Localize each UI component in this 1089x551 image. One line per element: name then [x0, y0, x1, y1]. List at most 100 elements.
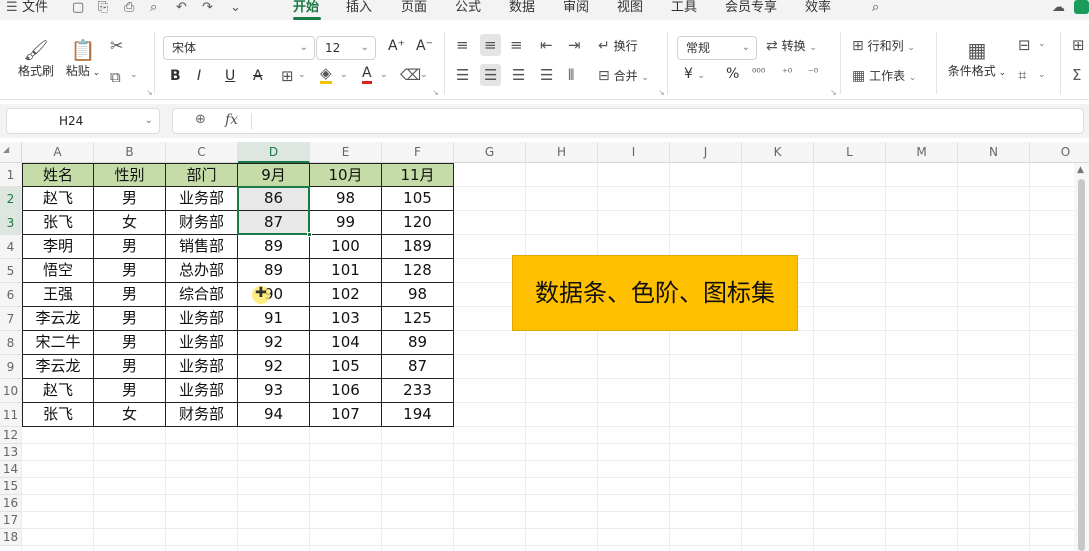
- fill-color-icon[interactable]: ◈: [320, 66, 332, 84]
- bold-icon[interactable]: B: [170, 68, 181, 84]
- column-header[interactable]: F: [382, 142, 454, 163]
- table-cell[interactable]: 业务部: [166, 331, 238, 355]
- font-name-select[interactable]: 宋体 ⌄: [163, 36, 315, 60]
- zoom-icon[interactable]: ⊕: [195, 112, 206, 127]
- tab-data[interactable]: 数据: [509, 0, 535, 16]
- column-header[interactable]: H: [526, 142, 598, 163]
- save-icon[interactable]: ▢: [72, 0, 84, 16]
- formula-input[interactable]: ⊕ fx: [172, 108, 1084, 134]
- scroll-up-icon[interactable]: ▲: [1077, 165, 1084, 175]
- tab-efficiency[interactable]: 效率: [805, 0, 831, 16]
- table-cell[interactable]: 233: [382, 379, 454, 403]
- table-cell[interactable]: 张飞: [22, 211, 94, 235]
- table-cell[interactable]: 189: [382, 235, 454, 259]
- conditional-format-button[interactable]: ▦ 条件格式 ⌄: [946, 38, 1008, 79]
- menu-icon[interactable]: ☰: [6, 0, 18, 16]
- header-cell[interactable]: 10月: [310, 163, 382, 187]
- align-left-icon[interactable]: ☰: [456, 66, 469, 84]
- row-header[interactable]: 5: [0, 259, 22, 283]
- table-cell[interactable]: 男: [94, 307, 166, 331]
- font-color-icon[interactable]: A: [362, 66, 372, 84]
- table-cell[interactable]: 92: [238, 355, 310, 379]
- table-cell[interactable]: 87: [382, 355, 454, 379]
- table-cell[interactable]: 销售部: [166, 235, 238, 259]
- eraser-chevron-icon[interactable]: ⌄: [420, 70, 428, 80]
- align-top-icon[interactable]: ≡: [456, 36, 469, 54]
- format-painter-button[interactable]: 🖌 格式刷: [14, 38, 58, 79]
- row-header[interactable]: 13: [0, 444, 22, 461]
- name-box[interactable]: H24 ⌄: [6, 108, 160, 134]
- table-cell[interactable]: 86: [238, 187, 310, 211]
- row-header[interactable]: 9: [0, 355, 22, 379]
- clipboard-launcher-icon[interactable]: ↘: [146, 88, 153, 97]
- column-header[interactable]: I: [598, 142, 670, 163]
- align-center-icon[interactable]: ☰: [480, 64, 502, 86]
- table-cell[interactable]: 综合部: [166, 283, 238, 307]
- tab-view[interactable]: 视图: [617, 0, 643, 16]
- table-cell[interactable]: 101: [310, 259, 382, 283]
- row-header[interactable]: 16: [0, 495, 22, 512]
- table-cell[interactable]: 102: [310, 283, 382, 307]
- export-icon[interactable]: ⎘: [98, 0, 108, 16]
- table-cell[interactable]: 男: [94, 259, 166, 283]
- table-cell[interactable]: 92: [238, 331, 310, 355]
- indent-decrease-icon[interactable]: ⇤: [540, 36, 553, 54]
- number-launcher-icon[interactable]: ↘: [830, 88, 837, 97]
- row-header[interactable]: 14: [0, 461, 22, 478]
- row-header[interactable]: 11: [0, 403, 22, 427]
- row-header[interactable]: 1: [0, 163, 22, 187]
- table-cell[interactable]: 125: [382, 307, 454, 331]
- tab-insert[interactable]: 插入: [346, 0, 372, 16]
- table-cell[interactable]: 李明: [22, 235, 94, 259]
- sum-icon[interactable]: Σ: [1072, 66, 1081, 84]
- table-cell[interactable]: 财务部: [166, 211, 238, 235]
- table-cell[interactable]: 91: [238, 307, 310, 331]
- table-cell[interactable]: 93: [238, 379, 310, 403]
- search-icon[interactable]: ⌕: [872, 0, 879, 16]
- select-all-corner[interactable]: ◢: [0, 142, 22, 163]
- table-cell[interactable]: 106: [310, 379, 382, 403]
- table-cell[interactable]: 87: [238, 211, 310, 235]
- copy-chevron-icon[interactable]: ⌄: [130, 70, 138, 80]
- header-cell[interactable]: 11月: [382, 163, 454, 187]
- table-cell[interactable]: 90: [238, 283, 310, 307]
- table-cell[interactable]: 89: [238, 235, 310, 259]
- row-header[interactable]: 3: [0, 211, 22, 235]
- table-cell[interactable]: 103: [310, 307, 382, 331]
- print-icon[interactable]: ⎙: [124, 0, 134, 16]
- fx-icon[interactable]: fx: [225, 112, 238, 128]
- italic-icon[interactable]: I: [197, 68, 201, 84]
- indent-increase-icon[interactable]: ⇥: [568, 36, 581, 54]
- row-header[interactable]: 18: [0, 529, 22, 546]
- alignment-launcher-icon[interactable]: ↘: [658, 88, 665, 97]
- spreadsheet-grid[interactable]: ◢ A B C D E F G H I J K L M N O 1 2 3 4 5 6 7 8 9 10 11 12 13 14 15 16…: [0, 142, 1089, 551]
- table-cell[interactable]: 李云龙: [22, 307, 94, 331]
- row-header[interactable]: 4: [0, 235, 22, 259]
- row-header[interactable]: 7: [0, 307, 22, 331]
- table-cell[interactable]: 男: [94, 235, 166, 259]
- thousands-separator-icon[interactable]: ⁰⁰⁰: [752, 66, 765, 79]
- table-cell[interactable]: 99: [310, 211, 382, 235]
- justify-icon[interactable]: ☰: [540, 66, 553, 84]
- table-cell[interactable]: 女: [94, 211, 166, 235]
- increase-decimal-icon[interactable]: ⁺⁰: [782, 66, 792, 79]
- file-menu[interactable]: 文件: [22, 0, 48, 16]
- column-header[interactable]: N: [958, 142, 1030, 163]
- strikethrough-icon[interactable]: A: [253, 68, 263, 84]
- header-cell[interactable]: 性别: [94, 163, 166, 187]
- column-header[interactable]: C: [166, 142, 238, 163]
- table-cell[interactable]: 194: [382, 403, 454, 427]
- table-cell[interactable]: 李云龙: [22, 355, 94, 379]
- fill-icon[interactable]: ⊞: [1072, 36, 1085, 54]
- fill-chevron-icon[interactable]: ⌄: [340, 70, 348, 80]
- distribute-icon[interactable]: ⫴: [568, 66, 574, 84]
- tab-page[interactable]: 页面: [401, 0, 427, 16]
- row-col-button[interactable]: ⊞ 行和列 ⌄: [852, 37, 915, 54]
- cloud-icon[interactable]: ☁: [1052, 0, 1065, 16]
- table-cell[interactable]: 107: [310, 403, 382, 427]
- title-banner[interactable]: 数据条、色阶、图标集: [512, 255, 798, 331]
- table-cell[interactable]: 98: [382, 283, 454, 307]
- column-header[interactable]: M: [886, 142, 958, 163]
- table-cell[interactable]: 张飞: [22, 403, 94, 427]
- table-cell[interactable]: 赵飞: [22, 379, 94, 403]
